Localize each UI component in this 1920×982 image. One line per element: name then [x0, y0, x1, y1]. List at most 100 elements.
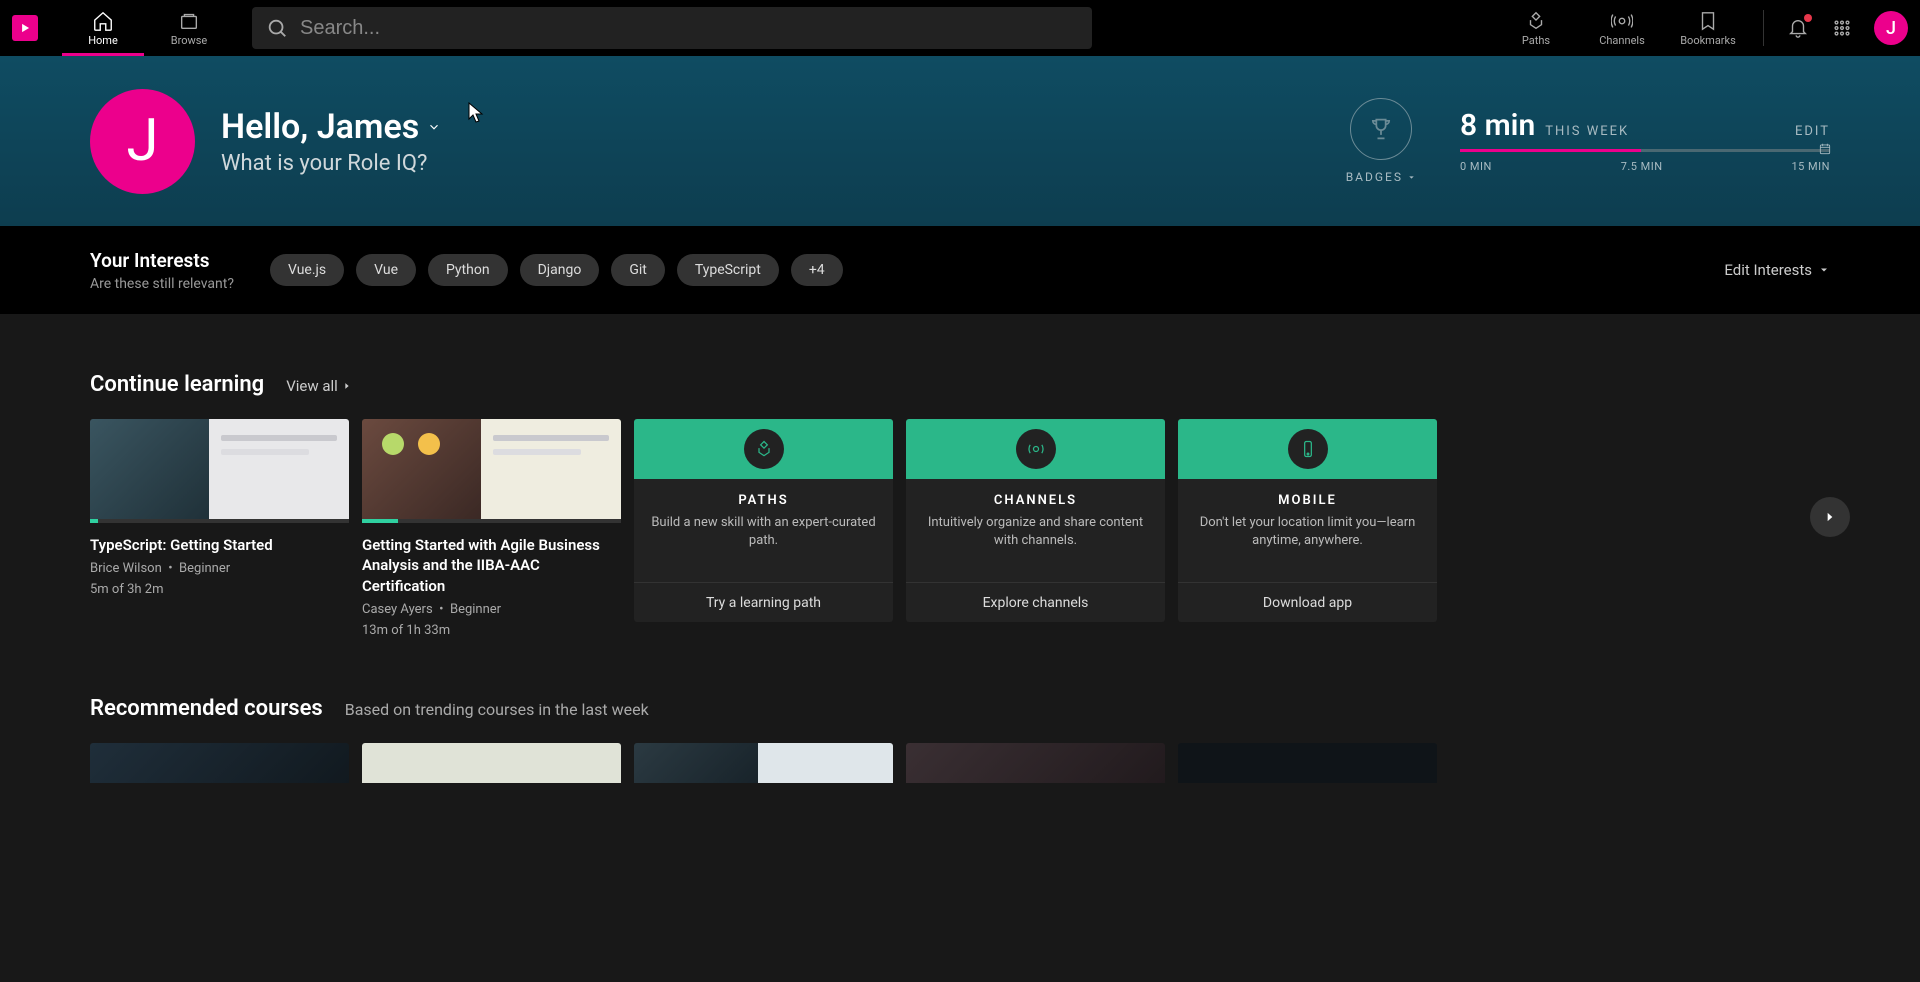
- recommended-card[interactable]: [906, 743, 1165, 783]
- trophy-circle: [1350, 98, 1412, 160]
- nav-home[interactable]: Home: [62, 0, 144, 56]
- promo-action-mobile[interactable]: Download app: [1178, 582, 1437, 622]
- caret-down-icon: [1407, 173, 1416, 182]
- nav-divider: [1763, 10, 1764, 46]
- trophy-icon: [1367, 115, 1395, 143]
- weekly-goal: 8 min THIS WEEK EDIT 0 MIN 7.5 MIN 15 MI…: [1460, 98, 1830, 173]
- course-level: Beginner: [450, 602, 501, 617]
- recommended-card[interactable]: [634, 743, 893, 783]
- interests-bar: Your Interests Are these still relevant?…: [0, 226, 1920, 314]
- edit-interests-label: Edit Interests: [1724, 261, 1812, 279]
- notification-dot: [1804, 14, 1812, 22]
- interests-title: Your Interests: [90, 249, 234, 272]
- search-container: [252, 7, 1092, 49]
- bookmark-icon: [1697, 10, 1719, 32]
- notifications-button[interactable]: [1778, 8, 1818, 48]
- interest-chip[interactable]: TypeScript: [677, 254, 779, 286]
- recommended-title: Recommended courses: [90, 696, 323, 721]
- goal-tick-end: 15 MIN: [1791, 160, 1830, 173]
- course-card[interactable]: Getting Started with Agile Business Anal…: [362, 419, 621, 638]
- course-duration: 13m of 1h 33m: [362, 623, 621, 638]
- user-avatar[interactable]: J: [1874, 11, 1908, 45]
- course-thumbnail: [362, 419, 621, 523]
- grid-icon: [1831, 17, 1853, 39]
- course-level: Beginner: [179, 561, 230, 576]
- broadcast-icon: [1026, 439, 1046, 459]
- nav-browse[interactable]: Browse: [148, 0, 230, 56]
- search-input[interactable]: [300, 17, 1078, 40]
- calendar-icon[interactable]: [1818, 141, 1832, 155]
- course-author: Casey Ayers: [362, 602, 433, 617]
- scroll-next-button[interactable]: [1810, 497, 1850, 537]
- home-icon: [92, 10, 114, 32]
- goal-edit-link[interactable]: EDIT: [1795, 124, 1830, 139]
- course-title: TypeScript: Getting Started: [90, 535, 349, 555]
- promo-desc: Don't let your location limit you—learn …: [1194, 514, 1421, 550]
- path-icon: [754, 439, 774, 459]
- goal-progress-bar: [1460, 149, 1830, 152]
- mobile-icon: [1298, 439, 1318, 459]
- hero-section: J Hello, James What is your Role IQ? BAD…: [0, 56, 1920, 226]
- paths-icon: [1525, 10, 1547, 32]
- goal-tick-0: 0 MIN: [1460, 160, 1492, 173]
- interest-chip[interactable]: Git: [611, 254, 665, 286]
- nav-paths[interactable]: Paths: [1495, 0, 1577, 56]
- interest-chip[interactable]: Vue: [356, 254, 416, 286]
- recommended-card[interactable]: [1178, 743, 1437, 783]
- top-nav: Home Browse Paths Channels Bookmarks J: [0, 0, 1920, 56]
- nav-paths-label: Paths: [1522, 34, 1550, 47]
- chevron-down-icon: [427, 120, 441, 134]
- interest-chip[interactable]: Django: [520, 254, 600, 286]
- interests-sub: Are these still relevant?: [90, 276, 234, 292]
- promo-desc: Intuitively organize and share content w…: [922, 514, 1149, 550]
- promo-action-channels[interactable]: Explore channels: [906, 582, 1165, 622]
- goal-tick-mid: 7.5 MIN: [1621, 160, 1663, 173]
- chevron-right-icon: [342, 381, 352, 391]
- nav-bookmarks[interactable]: Bookmarks: [1667, 0, 1749, 56]
- interest-chip[interactable]: Vue.js: [270, 254, 344, 286]
- interest-chip[interactable]: Python: [428, 254, 508, 286]
- brand-logo[interactable]: [12, 15, 38, 41]
- hero-greeting[interactable]: Hello, James: [221, 107, 441, 147]
- apps-button[interactable]: [1822, 8, 1862, 48]
- caret-down-icon: [1818, 264, 1830, 276]
- badges-label: BADGES: [1346, 170, 1403, 184]
- course-card[interactable]: TypeScript: Getting Started Brice Wilson…: [90, 419, 349, 638]
- promo-desc: Build a new skill with an expert-curated…: [650, 514, 877, 550]
- interest-chips: Vue.js Vue Python Django Git TypeScript …: [270, 254, 843, 286]
- channels-icon: [1611, 10, 1633, 32]
- nav-channels-label: Channels: [1599, 34, 1645, 47]
- chevron-right-icon: [1823, 510, 1837, 524]
- recommended-row: [90, 743, 1830, 783]
- course-title: Getting Started with Agile Business Anal…: [362, 535, 621, 596]
- promo-title: PATHS: [650, 493, 877, 508]
- view-all-label: View all: [286, 377, 338, 395]
- promo-action-paths[interactable]: Try a learning path: [634, 582, 893, 622]
- nav-browse-label: Browse: [171, 34, 208, 47]
- promo-title: MOBILE: [1194, 493, 1421, 508]
- browse-icon: [178, 10, 200, 32]
- play-icon: [18, 21, 32, 35]
- goal-this-week: THIS WEEK: [1545, 124, 1629, 139]
- promo-card-paths: PATHS Build a new skill with an expert-c…: [634, 419, 893, 622]
- goal-progress-fill: [1460, 149, 1641, 152]
- hero-subtitle[interactable]: What is your Role IQ?: [221, 151, 441, 176]
- continue-title: Continue learning: [90, 372, 264, 397]
- promo-card-channels: CHANNELS Intuitively organize and share …: [906, 419, 1165, 622]
- recommended-card[interactable]: [90, 743, 349, 783]
- search-icon: [266, 17, 288, 39]
- badges-column[interactable]: BADGES: [1346, 98, 1416, 184]
- view-all-link[interactable]: View all: [286, 377, 352, 395]
- nav-bookmarks-label: Bookmarks: [1680, 34, 1736, 47]
- edit-interests-button[interactable]: Edit Interests: [1724, 261, 1830, 279]
- hero-avatar: J: [90, 89, 195, 194]
- promo-card-mobile: MOBILE Don't let your location limit you…: [1178, 419, 1437, 622]
- hero-greeting-text: Hello, James: [221, 107, 419, 147]
- recommended-card[interactable]: [362, 743, 621, 783]
- search-box[interactable]: [252, 7, 1092, 49]
- continue-row: TypeScript: Getting Started Brice Wilson…: [90, 419, 1830, 638]
- interest-chip[interactable]: +4: [791, 254, 843, 286]
- nav-home-label: Home: [88, 34, 118, 47]
- nav-channels[interactable]: Channels: [1581, 0, 1663, 56]
- recommended-sub: Based on trending courses in the last we…: [345, 700, 649, 719]
